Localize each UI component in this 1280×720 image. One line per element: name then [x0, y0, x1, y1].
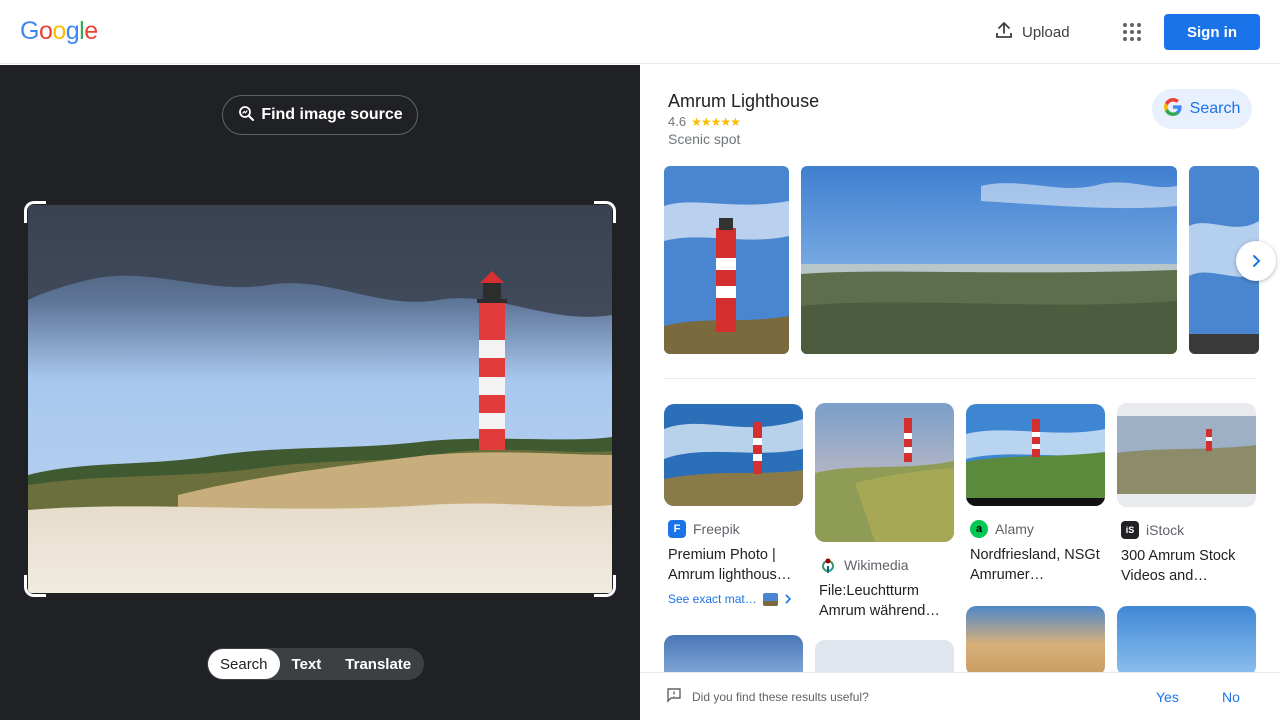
logo-letter: o — [38, 17, 53, 45]
logo-letter: G — [20, 17, 39, 45]
logo-letter: e — [84, 17, 98, 45]
result-title[interactable]: Nordfriesland, NSGt Amrumer… — [966, 545, 1101, 585]
entity-title[interactable]: Amrum Lighthouse — [668, 91, 819, 112]
divider — [664, 378, 1256, 379]
next-arrow-icon[interactable] — [1236, 241, 1276, 281]
query-image-pane: Find image source Search Text Translate — [0, 65, 640, 720]
result-thumbnail — [1117, 606, 1256, 676]
upload-button[interactable]: Upload — [984, 14, 1080, 50]
find-image-source-button[interactable]: Find image source — [222, 95, 418, 135]
rating-stars-icon: ★★★★★ — [691, 114, 741, 129]
result-thumbnail — [966, 404, 1105, 506]
find-image-source-label: Find image source — [261, 106, 403, 123]
visual-match-card[interactable]: iS iStock 300 Amrum Stock Videos and… — [1117, 403, 1256, 586]
tab-search[interactable]: Search — [208, 649, 280, 679]
query-image — [28, 205, 612, 593]
entity-image[interactable] — [801, 166, 1177, 354]
google-g-icon — [1163, 97, 1182, 121]
feedback-no-button[interactable]: No — [1222, 689, 1240, 705]
mode-tabs: Search Text Translate — [207, 648, 425, 680]
crop-selection[interactable] — [24, 201, 616, 597]
entity-rating: 4.6 ★★★★★ — [668, 114, 741, 129]
entity-type: Scenic spot — [668, 131, 741, 147]
feedback-question-text: Did you find these results useful? — [692, 689, 869, 704]
result-title[interactable]: Premium Photo | Amrum lighthous… — [664, 545, 799, 585]
source-name: iStock — [1146, 522, 1185, 538]
rating-value: 4.6 — [668, 114, 687, 129]
source-name: Freepik — [693, 521, 740, 537]
exact-match-thumbnail — [762, 592, 778, 606]
top-bar: Google Upload Sign in — [0, 0, 1280, 64]
upload-icon — [994, 20, 1014, 44]
result-title[interactable]: File:Leuchtturm Amrum während… — [815, 581, 950, 621]
freepik-favicon-icon: F — [668, 520, 686, 538]
result-thumbnail — [966, 606, 1105, 676]
google-search-label: Search — [1189, 100, 1241, 117]
tab-translate[interactable]: Translate — [333, 649, 423, 679]
result-source: iS iStock — [1117, 521, 1256, 539]
chevron-right-icon — [785, 594, 791, 604]
feedback-question: Did you find these results useful? — [666, 687, 869, 706]
google-logo[interactable]: Google — [20, 17, 98, 46]
logo-letter: o — [52, 17, 66, 45]
visual-match-card[interactable]: a Alamy Nordfriesland, NSGt Amrumer… — [966, 404, 1105, 585]
result-title[interactable]: 300 Amrum Stock Videos and… — [1117, 546, 1252, 586]
entity-image[interactable] — [664, 166, 789, 354]
source-name: Alamy — [995, 521, 1034, 537]
apps-grid-icon[interactable] — [1116, 16, 1148, 48]
feedback-bar: Did you find these results useful? Yes N… — [640, 672, 1280, 720]
sign-in-button[interactable]: Sign in — [1164, 14, 1260, 50]
visual-match-card[interactable]: Wikimedia File:Leuchtturm Amrum während… — [815, 403, 954, 621]
visual-match-card[interactable] — [1117, 606, 1256, 676]
result-thumbnail — [664, 404, 803, 506]
visual-match-card[interactable] — [966, 606, 1105, 676]
result-thumbnail — [1117, 403, 1256, 507]
result-thumbnail — [815, 403, 954, 542]
wikimedia-favicon-icon — [819, 556, 837, 574]
visual-match-card[interactable]: F Freepik Premium Photo | Amrum lighthou… — [664, 404, 803, 606]
results-pane: Amrum Lighthouse 4.6 ★★★★★ Scenic spot S… — [640, 65, 1280, 720]
google-search-button[interactable]: Search — [1152, 89, 1252, 129]
tab-text[interactable]: Text — [280, 649, 334, 679]
see-exact-matches-link[interactable]: See exact mat… — [664, 592, 803, 606]
logo-letter: g — [65, 17, 80, 45]
feedback-yes-button[interactable]: Yes — [1156, 689, 1179, 705]
feedback-icon — [666, 687, 682, 706]
result-source: Wikimedia — [815, 556, 954, 574]
upload-label: Upload — [1022, 23, 1070, 41]
image-search-icon — [237, 104, 255, 127]
exact-matches-label: See exact mat… — [668, 592, 757, 606]
result-source: a Alamy — [966, 520, 1105, 538]
source-name: Wikimedia — [844, 557, 909, 573]
istock-favicon-icon: iS — [1121, 521, 1139, 539]
alamy-favicon-icon: a — [970, 520, 988, 538]
result-source: F Freepik — [664, 520, 803, 538]
